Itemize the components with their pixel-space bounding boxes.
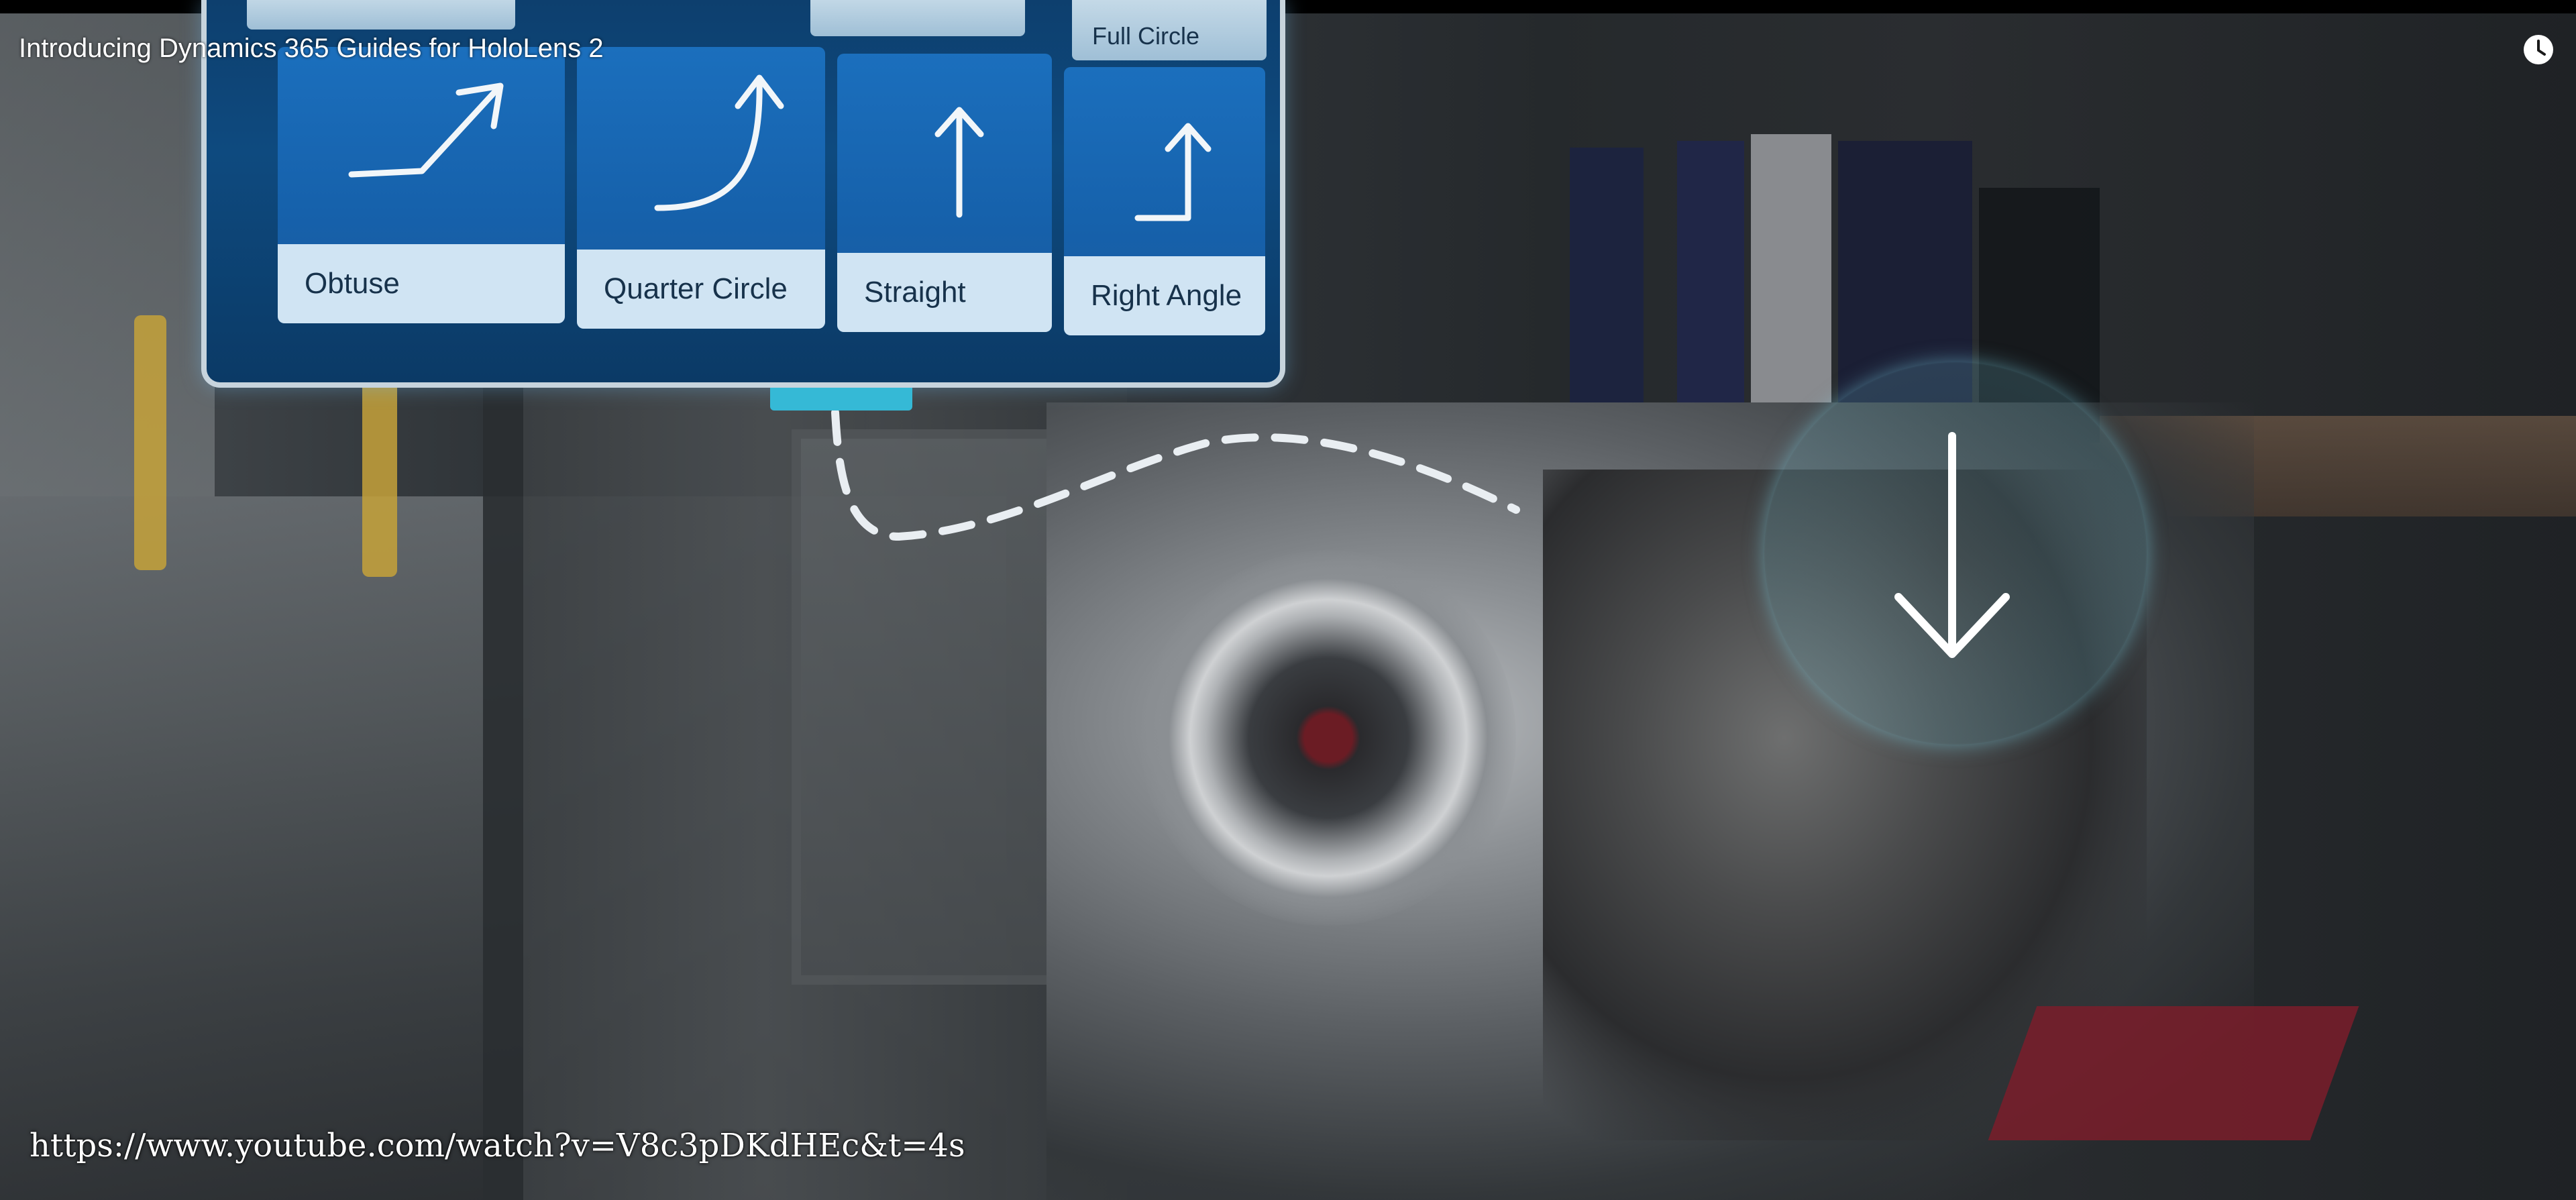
tile-obtuse-label: Obtuse [278,244,565,323]
clock-icon [2524,35,2553,64]
source-url-caption: https://www.youtube.com/watch?v=V8c3pDKd… [30,1127,965,1164]
watch-later-button[interactable] [2522,34,2555,66]
tile-right-angle[interactable]: Right Angle [1064,67,1265,335]
tile-quarter-circle[interactable]: Quarter Circle [577,47,825,329]
right-angle-arrow-icon [1134,123,1212,221]
straight-arrow-icon [934,107,984,218]
tile-right-angle-label: Right Angle [1064,256,1265,335]
tile-straight-label: Straight [837,253,1052,332]
tile-straight[interactable]: Straight [837,54,1052,332]
partial-top-tile[interactable] [810,0,1025,36]
quarter-circle-arrow-icon [654,74,784,211]
obtuse-arrow-icon [348,83,504,178]
tile-full-circle-label: Full Circle [1092,22,1200,50]
tile-obtuse[interactable]: Obtuse [278,47,565,323]
down-arrow-icon [1894,432,2010,658]
video-title[interactable]: Introducing Dynamics 365 Guides for Holo… [19,34,604,64]
partial-top-tile[interactable] [247,0,515,30]
tile-quarter-circle-label: Quarter Circle [577,250,825,329]
tile-full-circle[interactable]: Full Circle [1072,0,1267,60]
panel-handle-tab[interactable] [770,388,912,411]
video-player[interactable]: Full Circle Obtuse Quarter Circle Straig… [0,0,2576,1200]
